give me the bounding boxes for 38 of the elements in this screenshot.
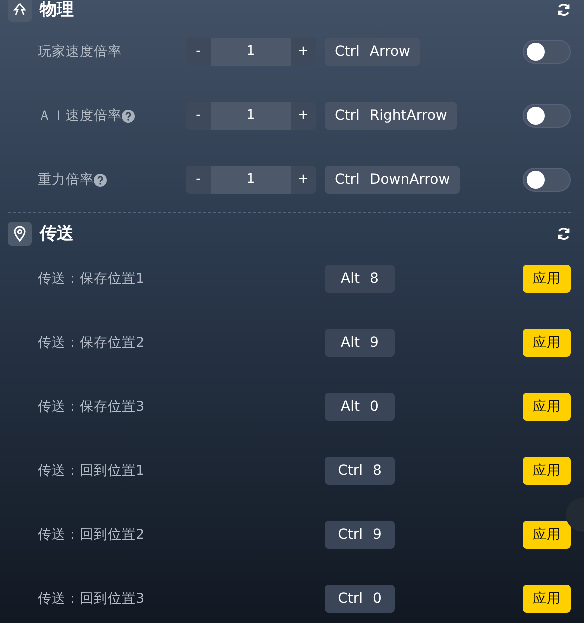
hotkey-chip: Ctrl RightArrow xyxy=(325,102,458,130)
apply-button[interactable]: 应用 xyxy=(523,265,571,293)
apply-button[interactable]: 应用 xyxy=(523,457,571,485)
setting-label: 传送：回到位置1 xyxy=(38,462,145,481)
value-field[interactable]: 1 xyxy=(211,166,291,194)
setting-label: 玩家速度倍率 xyxy=(38,42,122,62)
hotkey-chip: Ctrl 8 xyxy=(325,457,395,485)
hotkey-chip: Alt 8 xyxy=(325,265,395,293)
location-icon xyxy=(8,222,32,246)
refresh-icon[interactable] xyxy=(557,3,571,17)
hotkey-chip: Ctrl DownArrow xyxy=(325,166,460,194)
hotkey-chip: Ctrl Arrow xyxy=(325,38,420,66)
refresh-icon[interactable] xyxy=(557,227,571,241)
help-icon[interactable] xyxy=(122,110,135,122)
value-field[interactable]: 1 xyxy=(211,102,291,130)
section-title: 物理 xyxy=(40,2,74,18)
toggle-switch[interactable] xyxy=(523,104,571,128)
help-icon[interactable] xyxy=(94,174,107,186)
hotkey-chip: Ctrl 9 xyxy=(325,521,395,549)
toggle-switch[interactable] xyxy=(523,168,571,192)
section-title: 传送 xyxy=(40,226,74,242)
tree-icon xyxy=(8,0,32,22)
apply-button[interactable]: 应用 xyxy=(523,521,571,549)
setting-label: 传送：保存位置1 xyxy=(38,270,145,289)
apply-button[interactable]: 应用 xyxy=(523,393,571,421)
apply-button[interactable]: 应用 xyxy=(523,585,571,613)
setting-label: 传送：保存位置3 xyxy=(38,398,145,417)
setting-label: 传送：回到位置3 xyxy=(38,590,145,609)
toggle-switch[interactable] xyxy=(523,40,571,64)
hotkey-chip: Alt 0 xyxy=(325,393,395,421)
setting-label: 重力倍率 xyxy=(38,170,94,190)
apply-button[interactable]: 应用 xyxy=(523,329,571,357)
hotkey-chip: Alt 9 xyxy=(325,329,395,357)
setting-label: 传送：回到位置2 xyxy=(38,526,145,545)
value-field[interactable]: 1 xyxy=(211,38,291,66)
setting-label: 传送：保存位置2 xyxy=(38,334,145,353)
hotkey-chip: Ctrl 0 xyxy=(325,585,395,613)
setting-label: ＡＩ速度倍率 xyxy=(38,106,122,126)
